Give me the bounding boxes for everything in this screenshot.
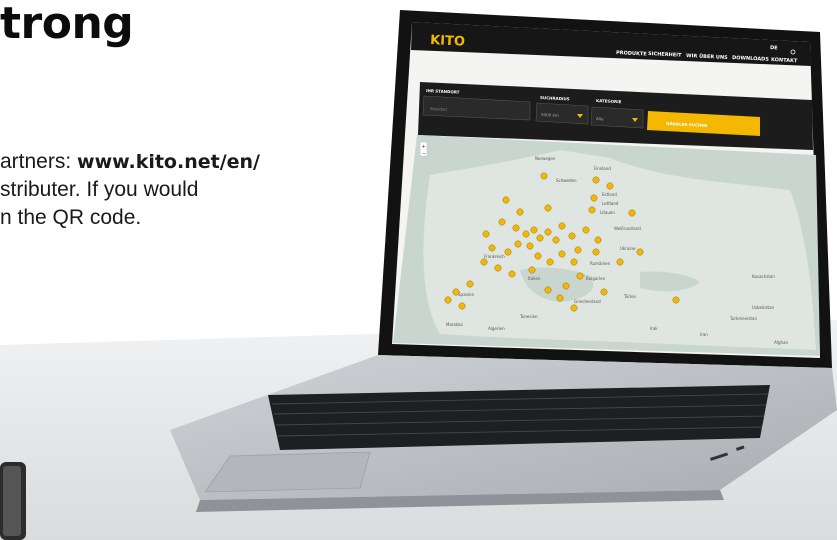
map-label-marokko: Marokko bbox=[446, 322, 463, 327]
dealer-marker[interactable] bbox=[480, 258, 488, 266]
map-label-italien: Italien bbox=[528, 276, 541, 281]
map-label-ukraine: Ukraine bbox=[620, 246, 636, 251]
dealer-marker[interactable] bbox=[558, 250, 566, 258]
dealer-marker[interactable] bbox=[672, 296, 680, 304]
map-label-finnland: Finnland bbox=[594, 166, 611, 171]
dealer-marker[interactable] bbox=[558, 222, 566, 230]
dealer-marker[interactable] bbox=[466, 280, 474, 288]
dealer-marker[interactable] bbox=[512, 224, 520, 232]
dealer-marker[interactable] bbox=[562, 282, 570, 290]
dealer-marker[interactable] bbox=[544, 228, 552, 236]
dealer-marker[interactable] bbox=[592, 248, 600, 256]
dealer-marker[interactable] bbox=[544, 286, 552, 294]
map-label-afghan: Afghan bbox=[774, 340, 789, 345]
language-switch[interactable]: DE bbox=[770, 45, 778, 51]
dealer-marker[interactable] bbox=[590, 194, 598, 202]
dealer-marker[interactable] bbox=[588, 206, 596, 214]
dealer-marker[interactable] bbox=[452, 288, 460, 296]
map-label-spanien: Spanien bbox=[458, 292, 475, 297]
dealer-marker[interactable] bbox=[636, 248, 644, 256]
zoom-in-icon[interactable]: + bbox=[422, 144, 426, 150]
map-label-norwegen: Norwegen bbox=[535, 156, 556, 161]
dealer-marker[interactable] bbox=[526, 242, 534, 250]
dealer-marker[interactable] bbox=[544, 204, 552, 212]
dealer-marker[interactable] bbox=[514, 240, 522, 248]
radius-value: 5000 km bbox=[541, 112, 559, 118]
map-label-algerien: Algerien bbox=[488, 326, 505, 331]
map-label-weissrussland: Weißrussland bbox=[614, 226, 641, 231]
dealer-marker[interactable] bbox=[498, 218, 506, 226]
dealer-marker[interactable] bbox=[628, 209, 636, 217]
dealer-marker[interactable] bbox=[606, 182, 614, 190]
dealer-marker[interactable] bbox=[582, 226, 590, 234]
dealer-marker[interactable] bbox=[502, 196, 510, 204]
map-label-turkmenistan: Turkmenistan bbox=[729, 316, 757, 321]
map-label-litauen: Litauen bbox=[600, 210, 615, 215]
site-logo: KITO bbox=[430, 33, 466, 50]
dealer-marker[interactable] bbox=[530, 226, 538, 234]
map-label-rumaenien: Rumänien bbox=[590, 261, 611, 266]
map-label-tuerkei: Türkei bbox=[623, 294, 636, 299]
dealer-marker[interactable] bbox=[570, 304, 578, 312]
zoom-out-icon[interactable]: − bbox=[422, 151, 426, 157]
laptop-trackpad bbox=[204, 451, 371, 493]
map-label-lettland: Lettland bbox=[602, 201, 619, 206]
dealer-marker[interactable] bbox=[568, 232, 576, 240]
dealer-marker[interactable] bbox=[536, 234, 544, 242]
dealer-marker[interactable] bbox=[534, 252, 542, 260]
laptop-scene: KITO PRODUKTE SICHERHEIT WIR ÜBER UNS DO… bbox=[0, 10, 837, 540]
dealer-marker[interactable] bbox=[458, 302, 466, 310]
map-label-irak: Irak bbox=[650, 326, 658, 331]
dealer-marker[interactable] bbox=[570, 258, 578, 266]
dealer-marker[interactable] bbox=[552, 236, 560, 244]
location-placeholder: Standort bbox=[430, 106, 448, 112]
dealer-marker[interactable] bbox=[546, 258, 554, 266]
map-label-estland: Estland bbox=[602, 192, 617, 197]
map-label-iran: Iran bbox=[700, 332, 708, 337]
dealer-marker[interactable] bbox=[616, 258, 624, 266]
dealer-marker[interactable] bbox=[516, 208, 524, 216]
map-label-kasachstan: Kasachstan bbox=[752, 274, 775, 279]
dealer-marker[interactable] bbox=[556, 294, 564, 302]
dealer-marker[interactable] bbox=[540, 172, 548, 180]
dealer-marker[interactable] bbox=[522, 230, 530, 238]
dealer-marker[interactable] bbox=[508, 270, 516, 278]
dealer-marker[interactable] bbox=[488, 244, 496, 252]
map-label-schweden: Schweden bbox=[556, 178, 577, 183]
dealer-marker[interactable] bbox=[574, 246, 582, 254]
dealer-marker[interactable] bbox=[494, 264, 502, 272]
category-value: Alle bbox=[596, 116, 604, 121]
map-label-tunesien: Tunesien bbox=[519, 314, 538, 319]
map-label-frankreich: Frankreich bbox=[484, 254, 505, 259]
dealer-marker[interactable] bbox=[528, 266, 536, 274]
phone bbox=[0, 462, 26, 540]
dealer-marker[interactable] bbox=[600, 288, 608, 296]
map-label-usbekistan: Usbekistan bbox=[752, 305, 775, 310]
map-label-griechenland: Griechenland bbox=[574, 299, 601, 304]
dealer-marker[interactable] bbox=[482, 230, 490, 238]
dealer-marker[interactable] bbox=[504, 248, 512, 256]
dealer-marker[interactable] bbox=[576, 272, 584, 280]
map-label-bulgarien: Bulgarien bbox=[586, 276, 606, 281]
dealer-marker[interactable] bbox=[592, 176, 600, 184]
dealer-marker[interactable] bbox=[594, 236, 602, 244]
dealer-marker[interactable] bbox=[444, 296, 452, 304]
